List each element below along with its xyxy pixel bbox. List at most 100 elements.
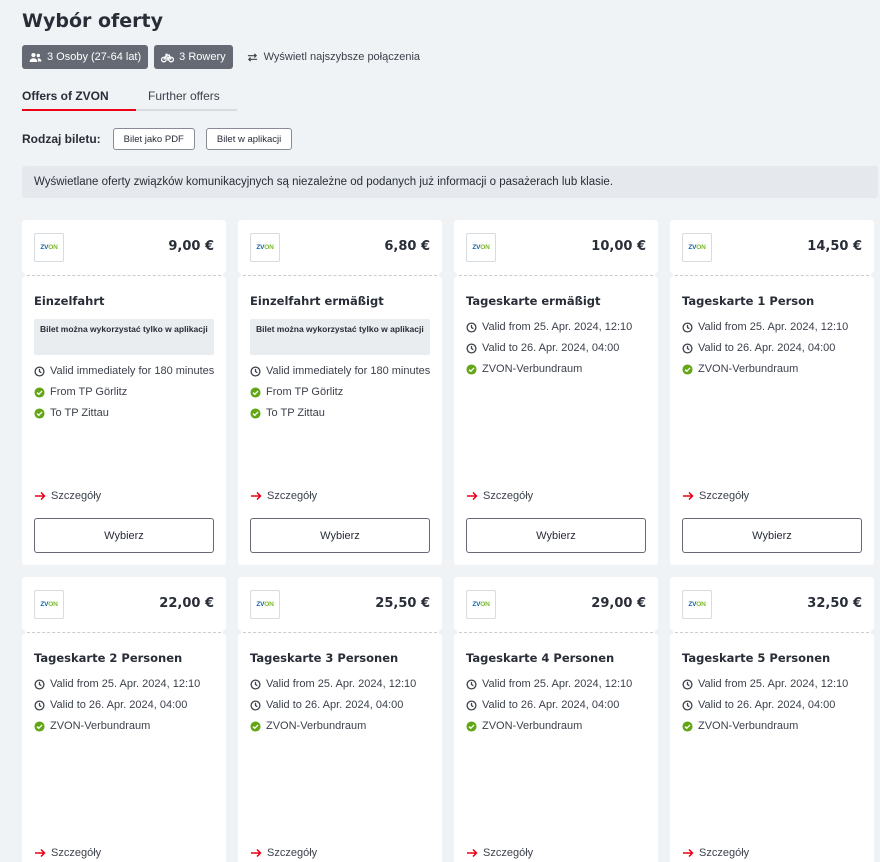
card-notch: [223, 629, 229, 635]
offer-fact-text: From TP Görlitz: [266, 386, 344, 398]
card-notch: [655, 629, 661, 635]
offer-fact-text: ZVON-Verbundraum: [698, 720, 799, 732]
clock-icon: [250, 679, 261, 690]
offer-fact-text: From TP Görlitz: [50, 386, 128, 398]
offer-fact: Valid to 26. Apr. 2024, 04:00: [466, 341, 652, 356]
card-notch: [655, 272, 661, 278]
select-offer-button[interactable]: Wybierz: [682, 518, 862, 553]
offer-fact: ZVON-Verbundraum: [682, 362, 868, 377]
card-divider: [454, 275, 658, 276]
bikes-chip[interactable]: 3 Rowery: [154, 45, 233, 69]
tab-further-offers[interactable]: Further offers: [136, 86, 237, 111]
offer-fact: Valid to 26. Apr. 2024, 04:00: [466, 698, 652, 713]
offer-fact-text: ZVON-Verbundraum: [698, 363, 799, 375]
offer-fact: Valid from 25. Apr. 2024, 12:10: [682, 677, 868, 692]
details-link[interactable]: Szczegóły: [466, 490, 533, 502]
card-notch: [451, 272, 457, 278]
arrow-right-icon: [34, 490, 46, 502]
offer-fact-text: Valid immediately for 180 minutes: [50, 365, 215, 377]
offer-name: Tageskarte ermäßigt: [466, 294, 601, 308]
offer-fact-text: Valid from 25. Apr. 2024, 12:10: [266, 678, 417, 690]
details-link[interactable]: Szczegóły: [34, 847, 101, 859]
card-divider: [22, 632, 226, 633]
clock-icon: [466, 679, 477, 690]
fastest-connections-link[interactable]: Wyświetl najszybsze połączenia: [247, 51, 420, 63]
offer-fact: Valid from 25. Apr. 2024, 12:10: [682, 320, 868, 335]
card-divider: [238, 632, 442, 633]
offer-fact: Valid immediately for 180 minutes: [250, 364, 436, 379]
check-icon: [250, 408, 261, 419]
persons-chip[interactable]: 3 Osoby (27-64 lat): [22, 45, 149, 69]
offer-card-header: ZV ON 9,00 €: [22, 220, 226, 276]
select-offer-button[interactable]: Wybierz: [34, 518, 214, 553]
offer-fact: To TP Zittau: [250, 406, 436, 421]
zvon-logo: ZV ON: [682, 233, 712, 262]
passenger-summary: 3 Osoby (27-64 lat) 3 Rowery Wyświetl na…: [22, 45, 420, 69]
check-icon: [34, 721, 45, 732]
ticket-app-button[interactable]: Bilet w aplikacji: [205, 128, 293, 150]
card-divider: [22, 275, 226, 276]
offer-fact-text: To TP Zittau: [266, 407, 325, 419]
card-divider: [454, 632, 658, 633]
details-link-label: Szczegóły: [699, 490, 750, 502]
arrow-right-icon: [34, 847, 46, 859]
clock-icon: [466, 700, 477, 711]
details-link[interactable]: Szczegóły: [34, 490, 101, 502]
info-banner: Wyświetlane oferty związków komunikacyjn…: [22, 166, 878, 198]
details-link[interactable]: Szczegóły: [466, 847, 533, 859]
details-link-label: Szczegóły: [483, 847, 534, 859]
arrow-right-icon: [466, 847, 478, 859]
clock-icon: [34, 700, 45, 711]
people-icon: [29, 52, 42, 62]
card-notch: [223, 272, 229, 278]
card-notch: [451, 629, 457, 635]
clock-icon: [682, 679, 693, 690]
arrow-right-icon: [250, 490, 262, 502]
select-offer-button[interactable]: Wybierz: [250, 518, 430, 553]
offer-name: Tageskarte 2 Personen: [34, 651, 183, 665]
clock-icon: [682, 700, 693, 711]
details-link-label: Szczegóły: [51, 490, 102, 502]
card-notch: [235, 272, 241, 278]
offer-facts: Valid immediately for 180 minutes From TP…: [250, 364, 436, 427]
card-notch: [667, 629, 673, 635]
offer-price: 32,50 €: [807, 596, 862, 611]
persons-chip-label: 3 Osoby (27-64 lat): [47, 51, 142, 63]
offer-card-header: ZV ON 29,00 €: [454, 577, 658, 633]
zvon-logo: ZV ON: [34, 590, 64, 619]
card-divider: [238, 275, 442, 276]
offer-tabs: Offers of ZVON Further offers: [22, 86, 237, 111]
offer-fact-text: ZVON-Verbundraum: [482, 720, 583, 732]
arrow-right-icon: [250, 847, 262, 859]
details-link[interactable]: Szczegóły: [682, 490, 749, 502]
offer-fact: Valid to 26. Apr. 2024, 04:00: [682, 341, 868, 356]
check-icon: [466, 364, 477, 375]
details-link[interactable]: Szczegóły: [250, 847, 317, 859]
zvon-logo: ZV ON: [682, 590, 712, 619]
offer-fact: Valid from 25. Apr. 2024, 12:10: [466, 677, 652, 692]
offer-fact-text: Valid immediately for 180 minutes: [266, 365, 431, 377]
details-link-label: Szczegóły: [699, 847, 750, 859]
offer-facts: Valid from 25. Apr. 2024, 12:10 Valid to …: [466, 677, 652, 740]
offer-fact-text: ZVON-Verbundraum: [266, 720, 367, 732]
details-link[interactable]: Szczegóły: [682, 847, 749, 859]
offer-card: ZV ON 25,50 € Tageskarte 3 Personen Valid fr…: [235, 577, 445, 862]
offer-facts: Valid immediately for 180 minutes From TP…: [34, 364, 220, 427]
details-link[interactable]: Szczegóły: [250, 490, 317, 502]
offer-fact: Valid to 26. Apr. 2024, 04:00: [34, 698, 220, 713]
offer-card-header: ZV ON 25,50 €: [238, 577, 442, 633]
offer-facts: Valid from 25. Apr. 2024, 12:10 Valid to …: [466, 320, 652, 383]
card-notch: [19, 629, 25, 635]
offer-fact-text: Valid to 26. Apr. 2024, 04:00: [482, 699, 620, 711]
arrow-right-icon: [466, 490, 478, 502]
offer-price: 29,00 €: [591, 596, 646, 611]
offer-fact-text: Valid to 26. Apr. 2024, 04:00: [698, 342, 836, 354]
offer-fact-text: ZVON-Verbundraum: [50, 720, 151, 732]
bicycle-icon: [161, 53, 175, 62]
card-notch: [439, 629, 445, 635]
offer-fact-text: To TP Zittau: [50, 407, 109, 419]
select-offer-button[interactable]: Wybierz: [466, 518, 646, 553]
offer-fact: From TP Görlitz: [250, 385, 436, 400]
ticket-pdf-button[interactable]: Bilet jako PDF: [112, 128, 195, 150]
tab-offers-of-zvon[interactable]: Offers of ZVON: [22, 86, 136, 111]
